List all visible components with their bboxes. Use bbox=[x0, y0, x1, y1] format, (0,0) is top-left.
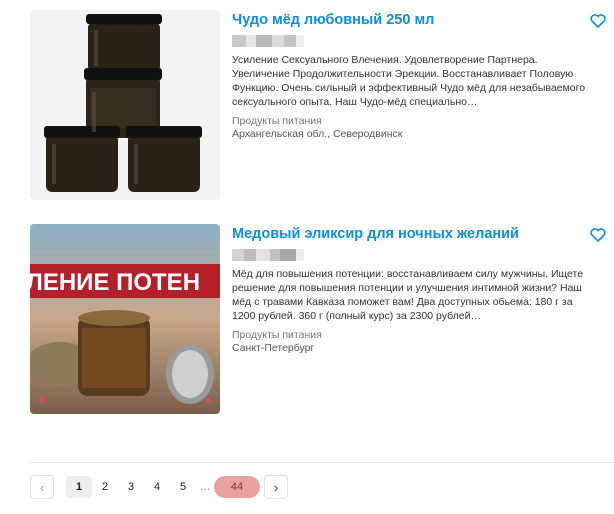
page-button[interactable]: 4 bbox=[144, 476, 170, 498]
banner-text: ЛЕНИЕ ПОТЕН bbox=[30, 269, 200, 296]
listing-card[interactable]: Чудо мёд любовный 250 мл Усиление Сексуа… bbox=[30, 10, 614, 200]
listing-title[interactable]: Чудо мёд любовный 250 мл bbox=[232, 11, 592, 29]
listing-description: Усиление Сексуального Влечения. Удовлетв… bbox=[232, 54, 586, 108]
listing-category: Продукты питания bbox=[232, 115, 322, 127]
listing-image[interactable]: ЛЕНИЕ ПОТЕН bbox=[30, 224, 220, 414]
pagination: ‹ 1 2 3 4 5 … 44 › bbox=[30, 475, 288, 499]
listing-description: Мёд для повышения потенции: восстанавлив… bbox=[232, 268, 584, 322]
page-button[interactable]: 2 bbox=[92, 476, 118, 498]
next-page-button[interactable]: › bbox=[264, 475, 288, 499]
pagination-ellipsis: … bbox=[199, 481, 211, 493]
last-page-button[interactable]: 44 bbox=[214, 476, 260, 498]
heart-icon[interactable] bbox=[590, 14, 606, 28]
divider bbox=[30, 462, 614, 463]
price-redacted bbox=[232, 35, 592, 47]
listing-title[interactable]: Медовый эликсир для ночных желаний bbox=[232, 225, 592, 243]
page-button[interactable]: 1 bbox=[66, 476, 92, 498]
listing-card[interactable]: ЛЕНИЕ ПОТЕН Медовый эликсир для ночных ж… bbox=[30, 224, 614, 414]
page-button[interactable]: 5 bbox=[170, 476, 196, 498]
listing-location: Санкт-Петербург bbox=[232, 342, 315, 354]
listing-location: Архангельская обл., Северодвинск bbox=[232, 128, 403, 140]
prev-page-button[interactable]: ‹ bbox=[30, 475, 54, 499]
heart-icon[interactable] bbox=[590, 228, 606, 242]
price-redacted bbox=[232, 249, 592, 261]
listing-image[interactable] bbox=[30, 10, 220, 200]
listing-category: Продукты питания bbox=[232, 329, 322, 341]
page-button[interactable]: 3 bbox=[118, 476, 144, 498]
